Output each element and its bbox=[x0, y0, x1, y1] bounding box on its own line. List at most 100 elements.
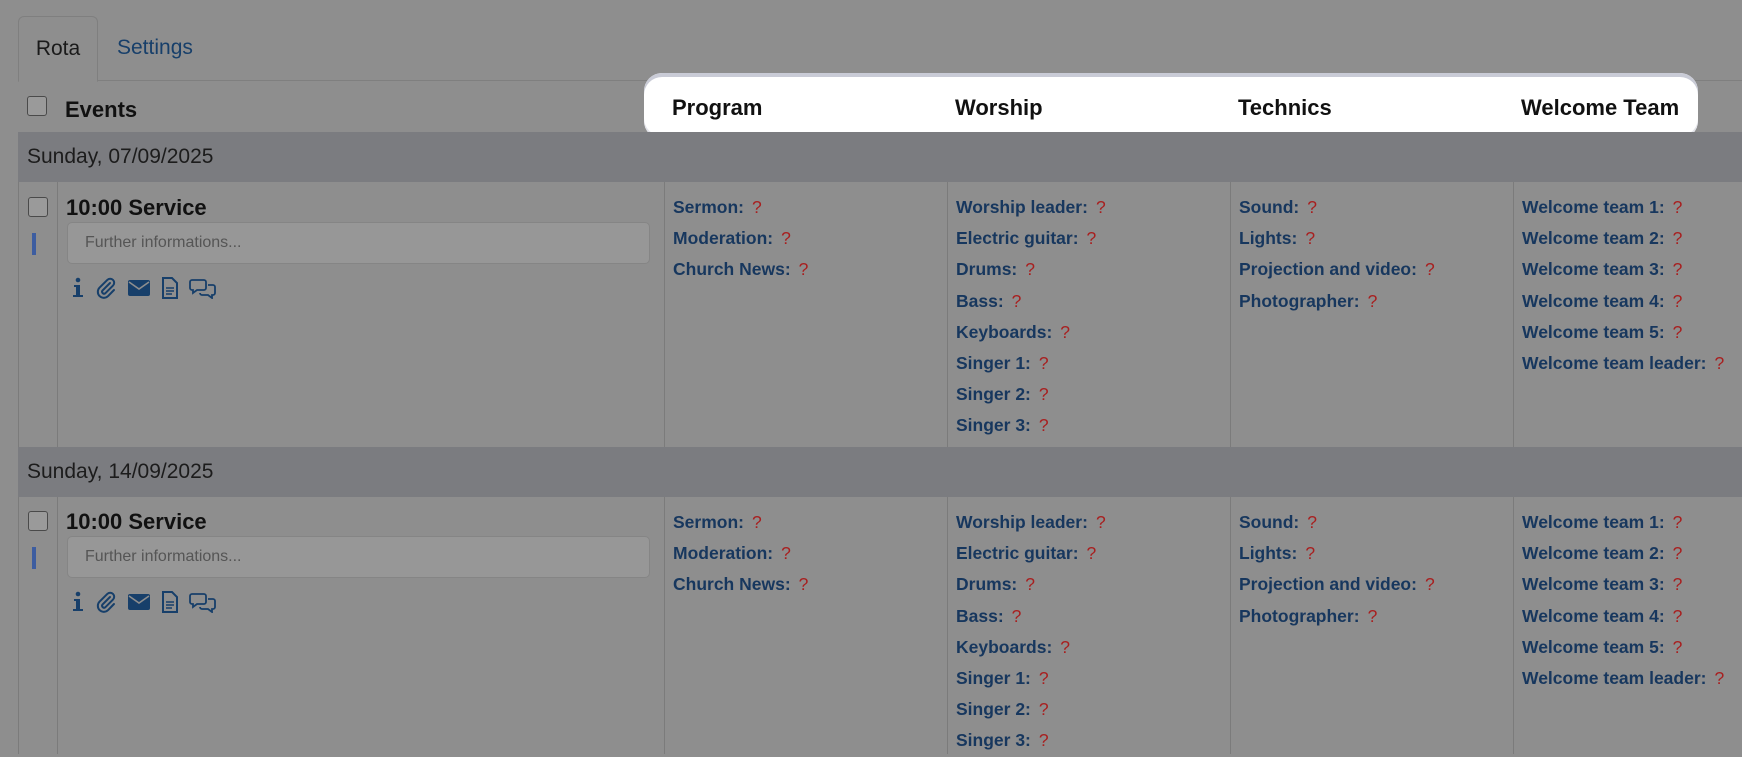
role-slot[interactable]: Welcome team 4:? bbox=[1522, 286, 1724, 317]
role-slot[interactable]: Bass:? bbox=[956, 286, 1106, 317]
info-icon[interactable] bbox=[71, 277, 85, 299]
select-all-checkbox[interactable] bbox=[27, 96, 47, 116]
event-title[interactable]: 10:00 Service bbox=[66, 509, 207, 535]
role-slot[interactable]: Welcome team 2:? bbox=[1522, 223, 1724, 254]
role-label: Welcome team leader: bbox=[1522, 667, 1707, 688]
role-slot[interactable]: Moderation:? bbox=[673, 223, 808, 254]
chat-icon[interactable] bbox=[189, 277, 217, 299]
role-slot[interactable]: Welcome team leader:? bbox=[1522, 348, 1724, 379]
column-header-welcome-team: Welcome Team bbox=[1521, 95, 1680, 120]
unassigned-marker: ? bbox=[1305, 228, 1316, 249]
unassigned-marker: ? bbox=[1307, 197, 1317, 217]
paperclip-icon[interactable] bbox=[95, 277, 117, 299]
role-slot[interactable]: Church News:? bbox=[673, 569, 808, 600]
role-slot[interactable]: Worship leader:? bbox=[956, 192, 1106, 223]
role-label: Singer 1: bbox=[956, 352, 1031, 373]
tab-rota[interactable]: Rota bbox=[18, 16, 98, 82]
role-slot[interactable]: Lights:? bbox=[1239, 223, 1435, 254]
unassigned-marker: ? bbox=[1424, 259, 1435, 280]
further-info-input[interactable]: Further informations... bbox=[67, 536, 650, 578]
unassigned-marker: ? bbox=[1714, 667, 1725, 688]
role-slot[interactable]: Welcome team 5:? bbox=[1522, 317, 1724, 348]
role-slot[interactable]: Welcome team 3:? bbox=[1522, 569, 1724, 600]
further-info-input[interactable]: Further informations... bbox=[67, 222, 650, 264]
role-slot[interactable]: Sermon:? bbox=[673, 192, 808, 223]
unassigned-marker: ? bbox=[1038, 667, 1049, 688]
role-label: Keyboards: bbox=[956, 321, 1053, 342]
role-slot[interactable]: Drums:? bbox=[956, 254, 1106, 285]
role-slot[interactable]: Lights:? bbox=[1239, 538, 1435, 569]
role-slot[interactable]: Singer 3:? bbox=[956, 725, 1106, 756]
unassigned-marker: ? bbox=[751, 512, 762, 532]
role-label: Sermon: bbox=[673, 197, 744, 217]
role-slot[interactable]: Welcome team 4:? bbox=[1522, 601, 1724, 632]
technics-column: Sound:? Lights:? Projection and video:? Pho… bbox=[1239, 192, 1435, 317]
tab-settings[interactable]: Settings bbox=[117, 16, 193, 80]
unassigned-marker: ? bbox=[1086, 228, 1097, 249]
event-actions bbox=[71, 591, 217, 613]
role-label: Electric guitar: bbox=[956, 543, 1079, 564]
welcome-team-column: Welcome team 1:? Welcome team 2:? Welcome … bbox=[1522, 192, 1724, 379]
unassigned-marker: ? bbox=[1038, 352, 1049, 373]
date-bar: Sunday, 14/09/2025 bbox=[18, 447, 1742, 497]
role-slot[interactable]: Singer 3:? bbox=[956, 410, 1106, 441]
role-slot[interactable]: Photographer:? bbox=[1239, 601, 1435, 632]
role-slot[interactable]: Singer 1:? bbox=[956, 348, 1106, 379]
role-slot[interactable]: Welcome team 1:? bbox=[1522, 507, 1724, 538]
envelope-icon[interactable] bbox=[127, 592, 151, 612]
role-slot[interactable]: Worship leader:? bbox=[956, 507, 1106, 538]
document-icon[interactable] bbox=[161, 591, 179, 613]
unassigned-marker: ? bbox=[1672, 321, 1683, 342]
paperclip-icon[interactable] bbox=[95, 591, 117, 613]
role-slot[interactable]: Projection and video:? bbox=[1239, 569, 1435, 600]
unassigned-marker: ? bbox=[1038, 384, 1049, 405]
role-label: Singer 1: bbox=[956, 667, 1031, 688]
column-headers-highlight: Program Worship Technics Welcome Team bbox=[644, 73, 1698, 139]
role-slot[interactable]: Welcome team 5:? bbox=[1522, 632, 1724, 663]
role-slot[interactable]: Singer 2:? bbox=[956, 379, 1106, 410]
document-icon[interactable] bbox=[161, 277, 179, 299]
unassigned-marker: ? bbox=[1672, 574, 1683, 595]
role-slot[interactable]: Welcome team leader:? bbox=[1522, 663, 1724, 694]
role-slot[interactable]: Electric guitar:? bbox=[956, 223, 1106, 254]
envelope-icon[interactable] bbox=[127, 278, 151, 298]
role-label: Bass: bbox=[956, 290, 1004, 311]
event-color-marker bbox=[32, 233, 36, 255]
role-slot[interactable]: Keyboards:? bbox=[956, 632, 1106, 663]
role-slot[interactable]: Projection and video:? bbox=[1239, 254, 1435, 285]
unassigned-marker: ? bbox=[1025, 259, 1035, 280]
role-label: Bass: bbox=[956, 605, 1004, 626]
info-icon[interactable] bbox=[71, 591, 85, 613]
role-label: Welcome team 4: bbox=[1522, 290, 1665, 311]
role-slot[interactable]: Welcome team 1:? bbox=[1522, 192, 1724, 223]
role-slot[interactable]: Church News:? bbox=[673, 254, 808, 285]
role-slot[interactable]: Singer 2:? bbox=[956, 694, 1106, 725]
unassigned-marker: ? bbox=[1011, 290, 1022, 311]
unassigned-marker: ? bbox=[1672, 605, 1683, 626]
unassigned-marker: ? bbox=[1672, 197, 1683, 217]
role-slot[interactable]: Photographer:? bbox=[1239, 286, 1435, 317]
event-title[interactable]: 10:00 Service bbox=[66, 195, 207, 221]
role-slot[interactable]: Bass:? bbox=[956, 601, 1106, 632]
role-slot[interactable]: Electric guitar:? bbox=[956, 538, 1106, 569]
role-slot[interactable]: Welcome team 3:? bbox=[1522, 254, 1724, 285]
role-slot[interactable]: Singer 1:? bbox=[956, 663, 1106, 694]
role-slot[interactable]: Welcome team 2:? bbox=[1522, 538, 1724, 569]
chat-icon[interactable] bbox=[189, 591, 217, 613]
unassigned-marker: ? bbox=[1672, 636, 1683, 657]
role-slot[interactable]: Keyboards:? bbox=[956, 317, 1106, 348]
unassigned-marker: ? bbox=[798, 259, 809, 280]
role-slot[interactable]: Sound:? bbox=[1239, 192, 1435, 223]
role-label: Sermon: bbox=[673, 512, 744, 532]
role-slot[interactable]: Sermon:? bbox=[673, 507, 808, 538]
role-slot[interactable]: Sound:? bbox=[1239, 507, 1435, 538]
event-checkbox[interactable] bbox=[28, 511, 48, 531]
unassigned-marker: ? bbox=[1025, 574, 1035, 595]
unassigned-marker: ? bbox=[1038, 415, 1049, 436]
unassigned-marker: ? bbox=[1307, 512, 1317, 532]
role-slot[interactable]: Moderation:? bbox=[673, 538, 808, 569]
role-slot[interactable]: Drums:? bbox=[956, 569, 1106, 600]
event-checkbox[interactable] bbox=[28, 197, 48, 217]
role-label: Drums: bbox=[956, 259, 1018, 280]
role-label: Lights: bbox=[1239, 543, 1298, 564]
